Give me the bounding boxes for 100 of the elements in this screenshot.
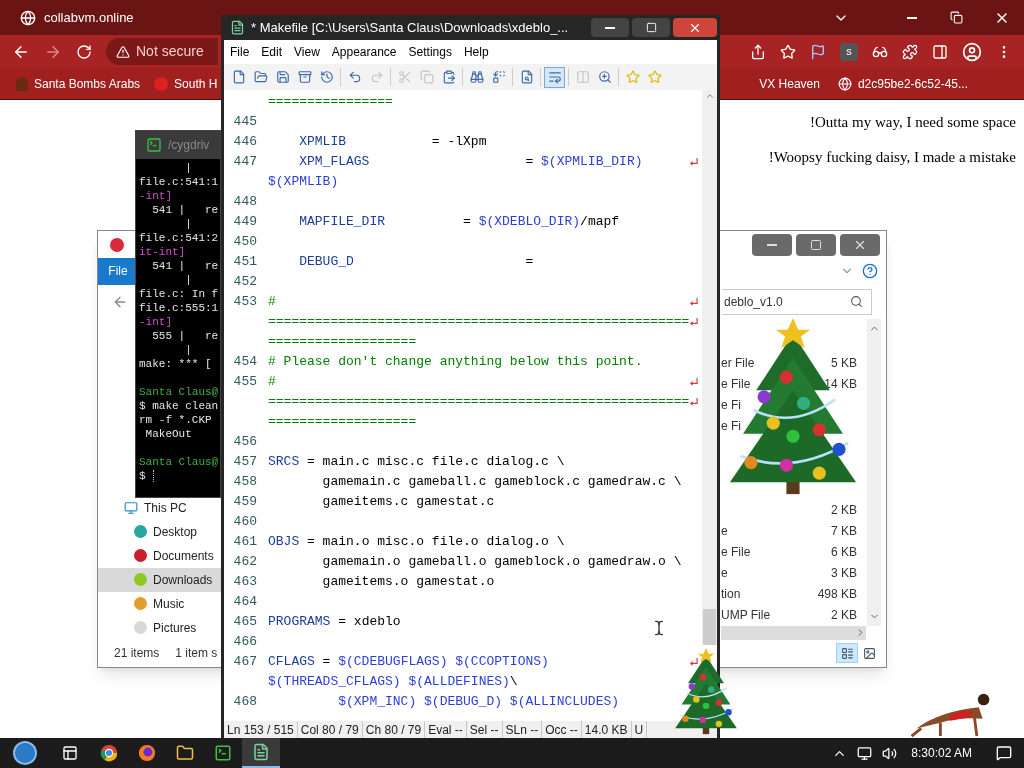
code-line: =================== bbox=[268, 414, 417, 430]
code-line: XPM_FLAGS = $(XPMLIB_DIR) bbox=[298, 154, 643, 170]
terminal-line: Santa Claus@ bbox=[139, 455, 219, 469]
terminal-line: $ make clean bbox=[139, 399, 219, 413]
code-line: ====================================================== bbox=[268, 394, 690, 410]
restore-icon bbox=[950, 11, 963, 24]
bookmark[interactable]: South H bbox=[154, 74, 218, 93]
share-icon bbox=[750, 43, 766, 60]
flag-icon bbox=[810, 43, 826, 60]
terminal-line: | bbox=[184, 343, 192, 357]
nav-item[interactable]: This PC bbox=[98, 495, 222, 520]
code-line: $(THREADS_CFLAGS) $(ALLDEFINES)\ bbox=[268, 674, 518, 690]
terminal-icon bbox=[214, 744, 232, 762]
terminal-line: | bbox=[184, 161, 192, 175]
line-number: 457 bbox=[233, 453, 257, 472]
drawer-icon bbox=[297, 70, 312, 84]
terminal-line: Santa Claus@ bbox=[139, 385, 219, 399]
terminal-line: file.c:541:2 bbox=[139, 231, 219, 245]
file-type: UMP File bbox=[721, 607, 771, 625]
terminal-line: rm -f *.CKP bbox=[139, 413, 212, 427]
line-number: 453 bbox=[233, 293, 257, 312]
scroll-thumb[interactable] bbox=[703, 609, 717, 645]
code-line: $(XPMLIB) bbox=[268, 174, 339, 190]
chat-message: !Woopsy fucking daisy, I made a mistake bbox=[768, 148, 1016, 167]
taskbar-app[interactable] bbox=[242, 738, 280, 768]
minimize-button[interactable] bbox=[591, 18, 629, 37]
file-size: 5 KB bbox=[831, 355, 857, 373]
menu-item[interactable]: Help bbox=[463, 43, 489, 61]
task-view-icon bbox=[62, 745, 78, 761]
file-type: er File bbox=[721, 355, 755, 373]
maximize-button[interactable] bbox=[632, 18, 670, 37]
code-line: $(XPM_INC) $(DEBUG_D) $(ALLINCLUDES) bbox=[337, 694, 620, 710]
menu-item[interactable]: View bbox=[294, 43, 320, 61]
code-line: OBJS = main.o misc.o file.o dialog.o \ bbox=[268, 534, 565, 550]
help-icon bbox=[862, 263, 878, 280]
close-button[interactable] bbox=[840, 233, 880, 256]
code-line: gamemain.c gameball.c gameblock.c gamedraw.c \ bbox=[321, 474, 682, 490]
vertical-scrollbar[interactable] bbox=[702, 90, 717, 645]
menu-item[interactable]: Settings bbox=[408, 43, 452, 61]
chat-message: !Outta my way, I need some space bbox=[809, 113, 1016, 132]
file-size: 2 KB bbox=[831, 502, 857, 520]
code-line: MAPFILE_DIR = $(XDEBLO_DIR)/mapf bbox=[298, 214, 620, 230]
network-icon bbox=[857, 745, 873, 761]
menu-item[interactable]: Appearance bbox=[331, 43, 397, 61]
code-line: # Please don't change anything below this point. bbox=[268, 354, 643, 370]
app-icon bbox=[230, 20, 245, 35]
browser-logo-icon bbox=[100, 744, 118, 762]
terminal-line: -int] bbox=[139, 315, 172, 329]
nav-item[interactable]: Documents bbox=[98, 543, 222, 568]
terminal-line: make: *** [ bbox=[139, 357, 212, 371]
text-cursor bbox=[152, 470, 154, 482]
nav-item[interactable]: Music bbox=[98, 591, 222, 616]
browser-tab[interactable]: collabvm.online bbox=[0, 0, 134, 35]
address-field[interactable]: Not secure bbox=[106, 38, 218, 65]
minimize-icon bbox=[605, 26, 615, 29]
nav-item[interactable]: Downloads bbox=[98, 567, 222, 592]
nav-item[interactable]: Pictures bbox=[98, 615, 222, 640]
ornament-icon bbox=[110, 237, 124, 252]
file-size: 2 KB bbox=[831, 607, 857, 625]
menu-item[interactable]: Edit bbox=[261, 43, 283, 61]
line-number: 468 bbox=[233, 693, 257, 712]
file-type: e Fi bbox=[721, 397, 741, 415]
code-line: gamemain.o gameball.o gameblock.o gamedraw.o \ bbox=[321, 554, 682, 570]
star-icon bbox=[780, 43, 796, 60]
line-number: 462 bbox=[233, 553, 257, 572]
clock[interactable]: 8:30:02 AM bbox=[911, 744, 972, 762]
file-type: e bbox=[721, 523, 728, 541]
vertical-scrollbar[interactable] bbox=[867, 318, 881, 626]
terminal-line: file.c:541:1 bbox=[139, 175, 219, 189]
code-line: SRCS = main.c misc.c file.c dialog.c \ bbox=[268, 454, 565, 470]
file-size: 7 KB bbox=[831, 523, 857, 541]
word-wrap-button[interactable] bbox=[544, 66, 565, 88]
details-view-button[interactable] bbox=[836, 643, 858, 664]
code-line: # bbox=[268, 374, 276, 390]
line-number: 450 bbox=[233, 233, 257, 252]
selection-count: 1 item s bbox=[175, 645, 218, 663]
globe-icon bbox=[837, 76, 852, 91]
search-field[interactable]: deblo_v1.0 bbox=[722, 288, 872, 315]
nav-item[interactable]: Desktop bbox=[98, 519, 222, 544]
minimize-button[interactable] bbox=[752, 233, 792, 256]
terminal-line: -int] bbox=[139, 189, 172, 203]
line-number: 458 bbox=[233, 473, 257, 492]
file-type: e File bbox=[721, 376, 751, 394]
zoom-icon bbox=[597, 70, 612, 84]
line-number: 445 bbox=[233, 113, 257, 132]
extension-letter[interactable]: s bbox=[840, 42, 858, 61]
menu-item[interactable]: File bbox=[230, 43, 250, 61]
find-icon bbox=[469, 70, 484, 84]
reload-icon bbox=[76, 43, 92, 60]
code-line: gameitems.o gamestat.o bbox=[321, 574, 495, 590]
notification-icon bbox=[996, 745, 1012, 761]
bookmark[interactable]: d2c95be2-6c52-45... bbox=[837, 74, 968, 93]
word-wrap-icon bbox=[547, 70, 562, 84]
horizontal-scrollbar[interactable] bbox=[721, 625, 866, 640]
sidebar-icon bbox=[932, 43, 948, 60]
maximize-button[interactable] bbox=[796, 233, 836, 256]
bookmark[interactable]: VX Heaven bbox=[759, 74, 820, 93]
ribbon-tab[interactable]: File bbox=[98, 258, 138, 285]
bookmark[interactable]: Santa Bombs Arabs bbox=[16, 74, 141, 93]
document-icon bbox=[252, 743, 270, 761]
